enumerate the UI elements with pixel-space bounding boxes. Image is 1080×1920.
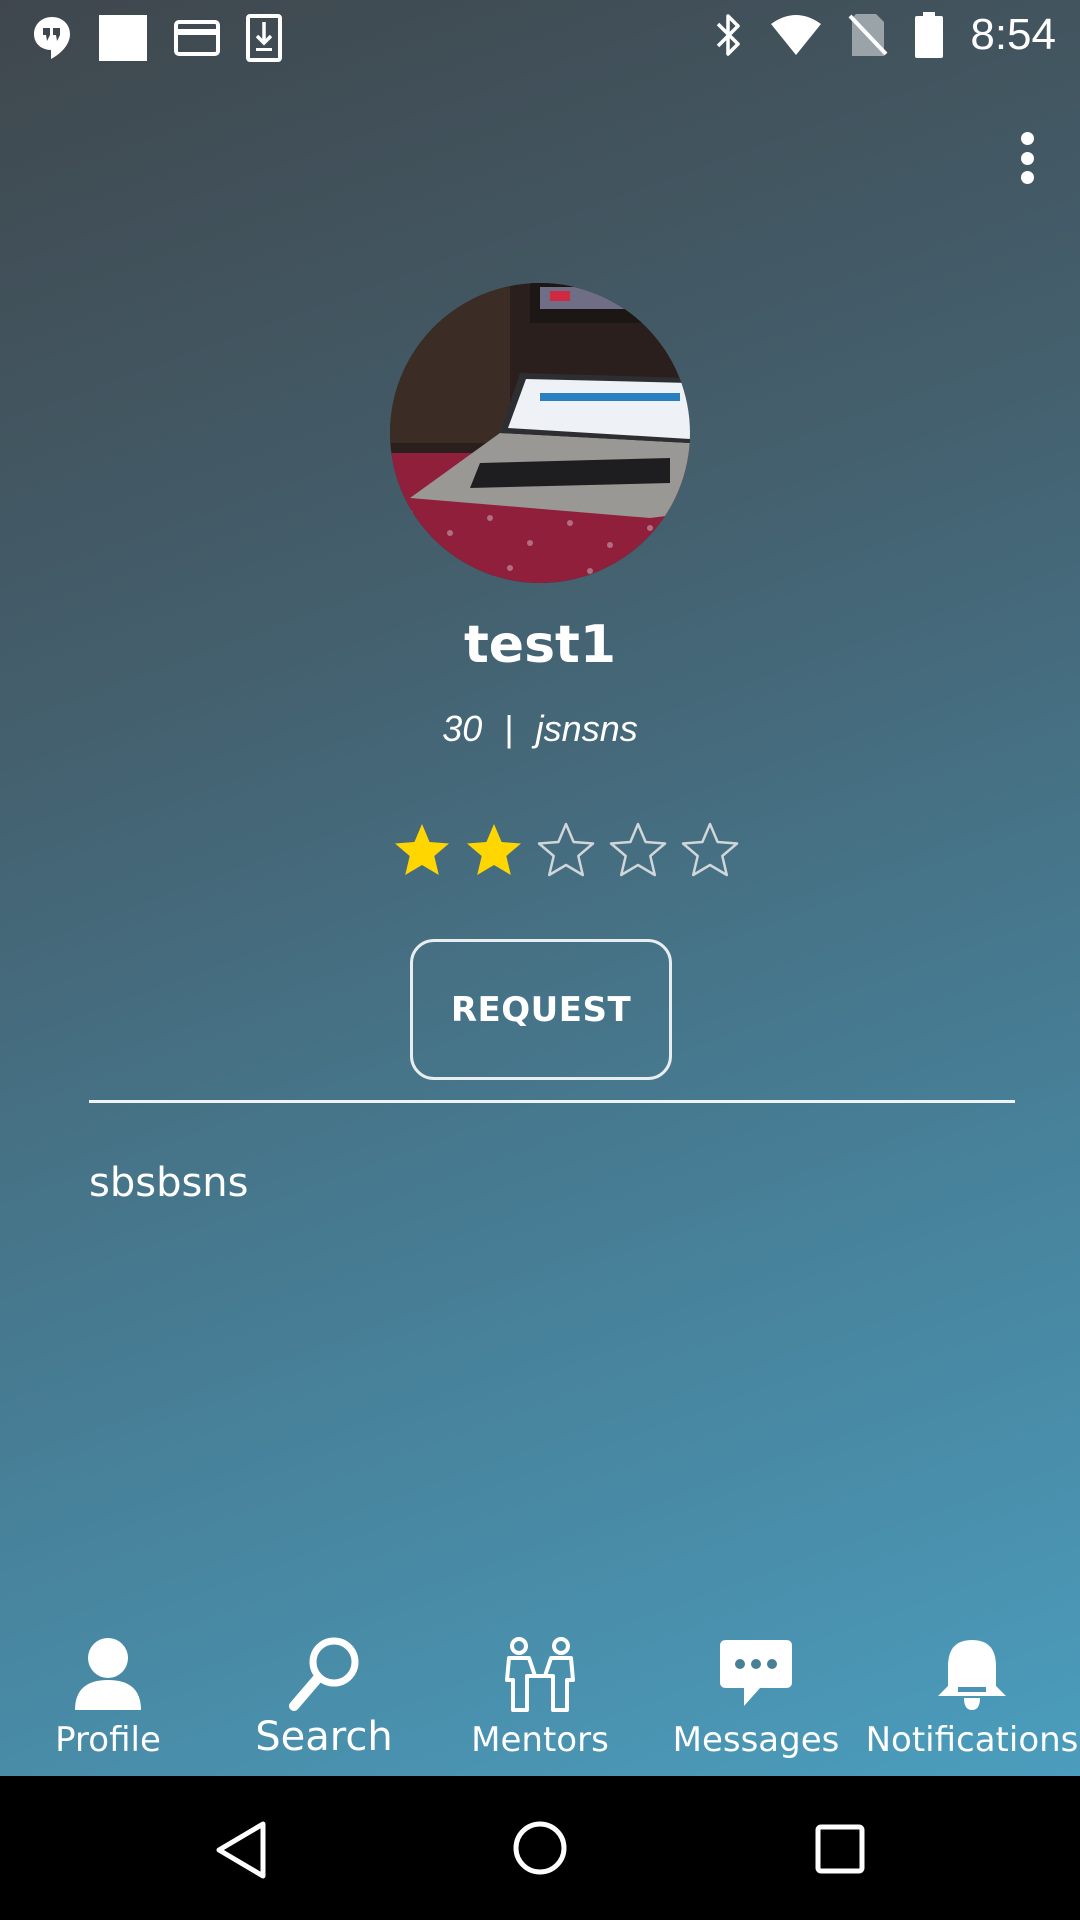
search-icon [289,1637,359,1711]
dot-icon [1020,171,1034,184]
profile-name: test1 [463,615,617,675]
star-filled-icon[interactable] [464,820,524,880]
back-icon[interactable] [213,1820,269,1880]
divider [89,1100,1015,1103]
profile-subinfo: 30 | jsnsns [0,708,1080,750]
profile-bio: sbsbsns [89,1160,249,1206]
separator: | [504,708,514,749]
nav-label: Profile [55,1720,161,1760]
nav-label: Search [255,1714,393,1760]
wifi-icon [771,15,822,55]
profile-screen: 8:54 test1 30 | jsnsns REQUEST sbsbsns P… [0,0,1080,1776]
system-nav-bar [0,1776,1080,1920]
overflow-menu-button[interactable] [1002,128,1052,188]
nav-profile[interactable]: Profile [0,1610,216,1776]
star-filled-icon[interactable] [392,820,452,880]
square-icon [99,15,147,61]
dot-icon [1020,151,1034,165]
nav-label: Notifications [865,1720,1079,1760]
bottom-nav: Profile Search Mentors Messages Notifica… [0,1610,1080,1776]
person-icon [75,1638,141,1710]
profile-detail: jsnsns [535,708,638,749]
nav-search[interactable]: Search [216,1610,432,1776]
star-empty-icon[interactable] [608,820,668,880]
star-empty-icon[interactable] [680,820,740,880]
request-button[interactable]: REQUEST [410,939,672,1080]
bell-icon [938,1640,1006,1710]
nav-label: Mentors [471,1720,609,1760]
nav-messages[interactable]: Messages [648,1610,864,1776]
nav-label: Messages [672,1720,840,1760]
download-icon [246,14,282,62]
nav-mentors[interactable]: Mentors [432,1610,648,1776]
card-icon [174,20,220,56]
avatar[interactable] [390,283,690,583]
home-icon[interactable] [512,1820,568,1876]
chat-bubble-icon [720,1640,792,1706]
bluetooth-icon [717,14,741,56]
recents-icon[interactable] [814,1823,866,1875]
clock: 8:54 [970,10,1056,59]
profile-age: 30 [442,708,483,749]
hangouts-icon [34,17,70,59]
no-sim-icon [848,14,888,56]
nav-notifications[interactable]: Notifications [864,1610,1080,1776]
mentors-icon [505,1637,575,1712]
dot-icon [1020,132,1034,145]
status-bar: 8:54 [0,0,1080,75]
star-rating [392,820,740,880]
battery-icon [915,12,944,58]
star-empty-icon[interactable] [536,820,596,880]
